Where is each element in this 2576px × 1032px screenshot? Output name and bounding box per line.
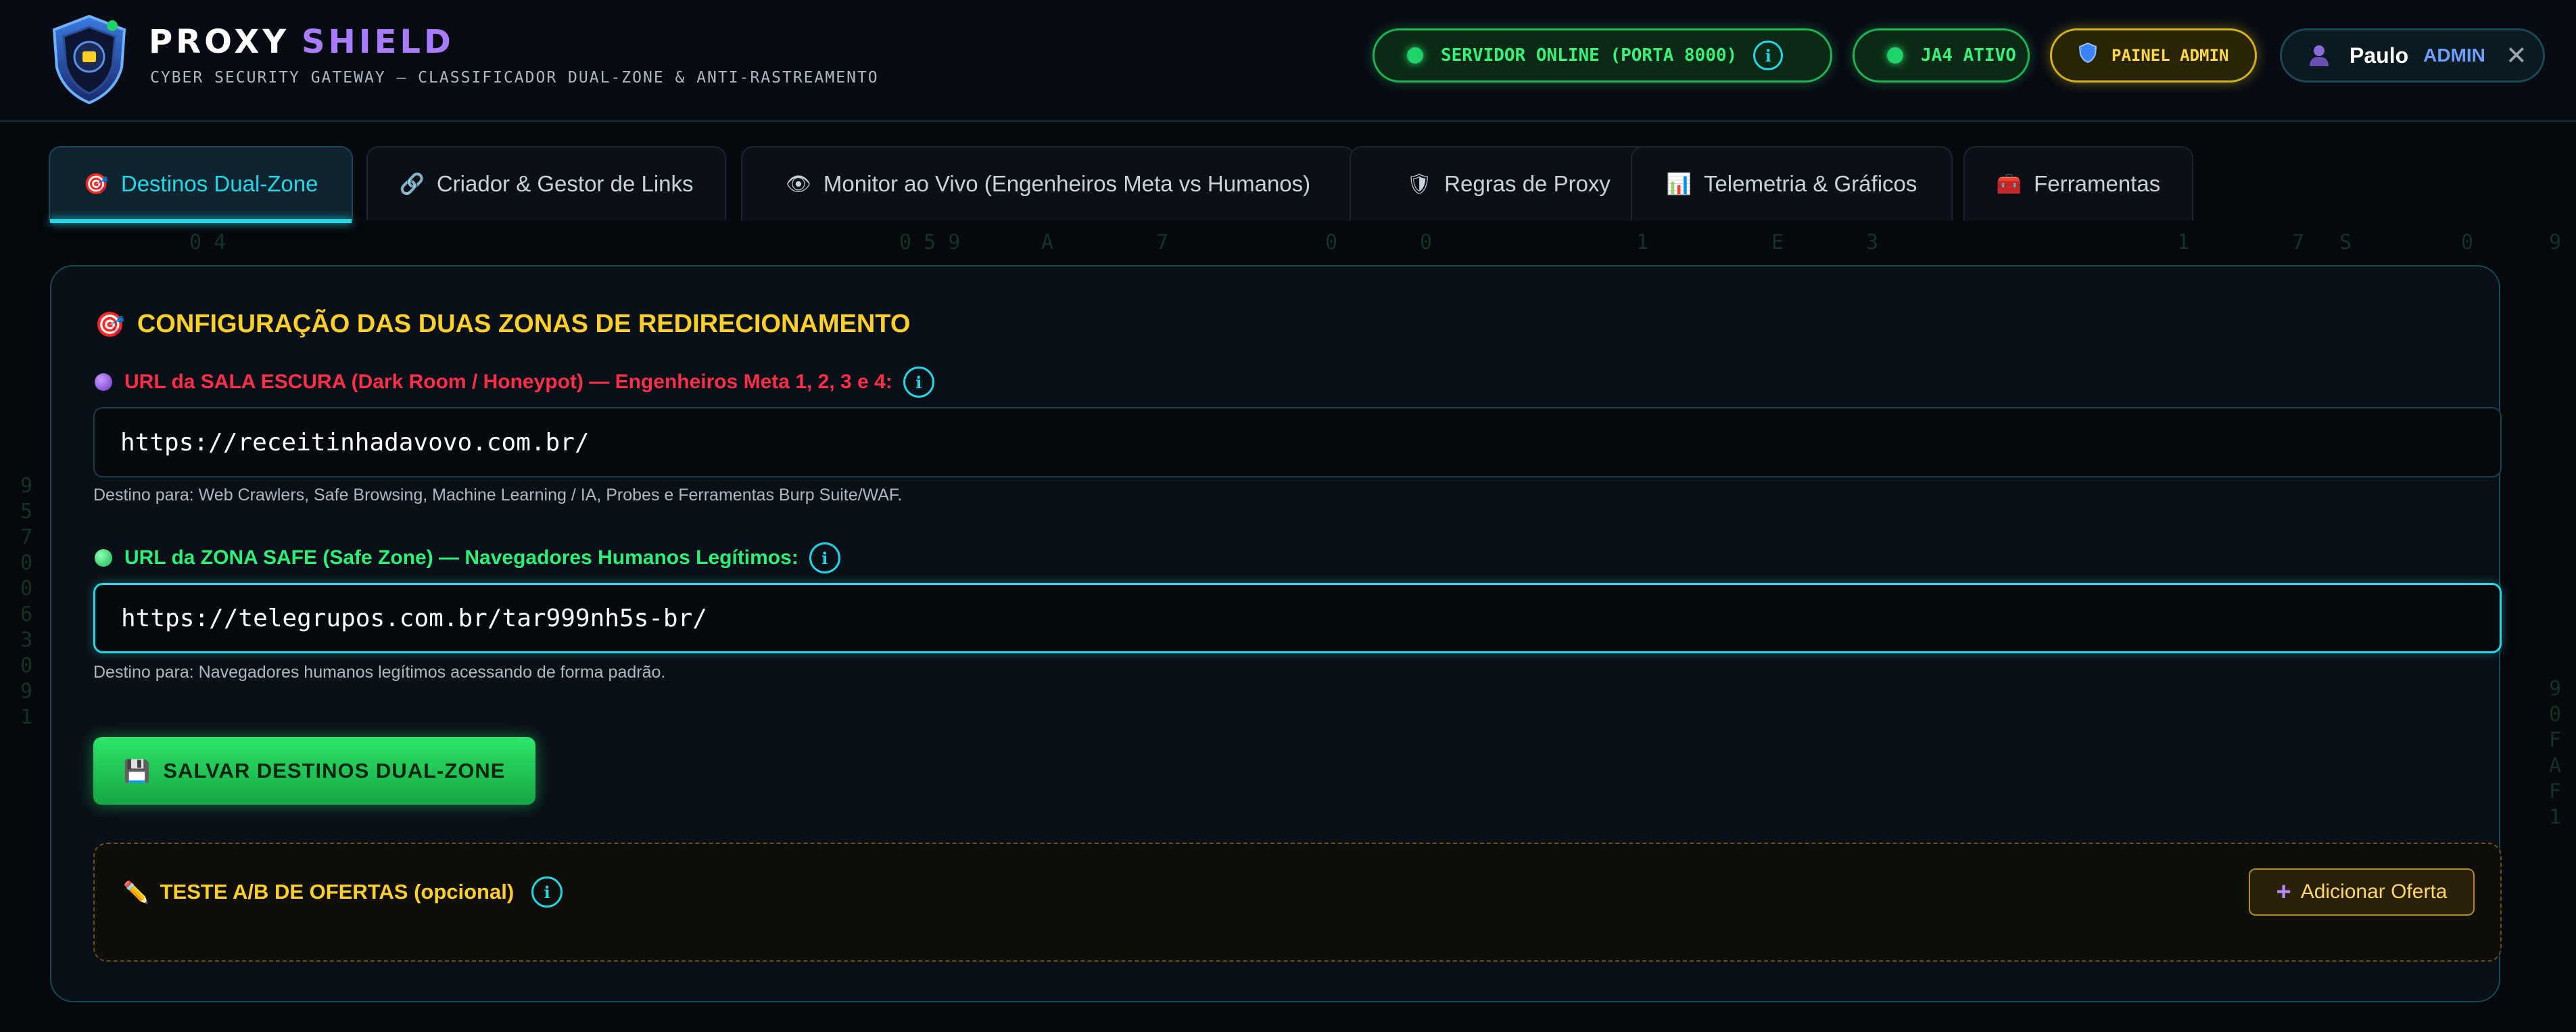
user-role: ADMIN bbox=[2423, 45, 2485, 66]
dark-room-url-value: https://receitinhadavovo.com.br/ bbox=[120, 428, 590, 456]
brand-part-2: SHIELD bbox=[302, 23, 454, 61]
ja4-status-text: JA4 ATIVO bbox=[1921, 45, 2016, 66]
status-dot-icon bbox=[1407, 47, 1423, 64]
section-title-text: CONFIGURAÇÃO DAS DUAS ZONAS DE REDIRECIO… bbox=[137, 310, 911, 338]
server-status-text: SERVIDOR ONLINE (PORTA 8000) bbox=[1441, 45, 1738, 66]
pencil-icon: ✏️ bbox=[123, 880, 149, 904]
close-icon[interactable]: ✕ bbox=[2506, 41, 2527, 71]
purple-dot-icon bbox=[95, 373, 112, 391]
user-badge: Paulo ADMIN ✕ bbox=[2280, 28, 2545, 83]
tab-telemetria[interactable]: 📊 Telemetria & Gráficos bbox=[1631, 146, 1953, 220]
tab-monitor-ao-vivo[interactable]: 👁 Monitor ao Vivo (Engenheiros Meta vs H… bbox=[741, 146, 1355, 220]
tab-label: Monitor ao Vivo (Engenheiros Meta vs Hum… bbox=[823, 171, 1311, 196]
user-name: Paulo bbox=[2350, 43, 2409, 68]
save-destinations-button[interactable]: 💾 SALVAR DESTINOS DUAL-ZONE bbox=[93, 737, 535, 805]
bar-chart-icon: 📊 bbox=[1666, 172, 1692, 195]
tab-label: Destinos Dual-Zone bbox=[120, 171, 318, 196]
dark-room-url-input[interactable]: https://receitinhadavovo.com.br/ bbox=[93, 407, 2502, 477]
dark-room-label: URL da SALA ESCURA (Dark Room / Honeypot… bbox=[95, 367, 934, 398]
eye-icon: 👁 bbox=[785, 172, 811, 195]
shield-icon: 🛡 bbox=[1406, 172, 1433, 195]
ab-test-title: ✏️ TESTE A/B DE OFERTAS (opcional) i bbox=[123, 876, 563, 908]
tagline: CYBER SECURITY GATEWAY — CLASSIFICADOR D… bbox=[150, 69, 879, 87]
status-dot-icon bbox=[1887, 47, 1903, 64]
dark-room-helper-text: Destino para: Web Crawlers, Safe Browsin… bbox=[93, 486, 903, 505]
safe-zone-label: URL da ZONA SAFE (Safe Zone) — Navegador… bbox=[95, 542, 840, 573]
tab-label: Criador & Gestor de Links bbox=[436, 171, 694, 196]
safe-zone-helper-text: Destino para: Navegadores humanos legíti… bbox=[93, 663, 666, 682]
user-icon bbox=[2309, 44, 2329, 67]
target-icon: 🎯 bbox=[83, 172, 109, 195]
dark-room-label-text: URL da SALA ESCURA (Dark Room / Honeypot… bbox=[124, 371, 892, 393]
safe-zone-url-input[interactable]: https://telegrupos.com.br/tar999nh5s-br/ bbox=[93, 583, 2502, 653]
tab-label: Ferramentas bbox=[2034, 171, 2161, 196]
save-button-label: SALVAR DESTINOS DUAL-ZONE bbox=[163, 759, 506, 782]
ab-test-title-text: TESTE A/B DE OFERTAS (opcional) bbox=[160, 880, 515, 904]
admin-panel-button[interactable]: PAINEL ADMIN bbox=[2050, 28, 2257, 83]
add-offer-button[interactable]: + Adicionar Oferta bbox=[2249, 868, 2475, 916]
app-header: PROXY SHIELD CYBER SECURITY GATEWAY — CLA… bbox=[0, 0, 2576, 122]
shield-logo-icon bbox=[47, 12, 131, 107]
section-title: 🎯 CONFIGURAÇÃO DAS DUAS ZONAS DE REDIREC… bbox=[95, 310, 910, 339]
plus-icon: + bbox=[2276, 877, 2291, 906]
toolbox-icon: 🧰 bbox=[1996, 172, 2022, 195]
tab-label: Regras de Proxy bbox=[1444, 171, 1611, 196]
admin-panel-label: PAINEL ADMIN bbox=[2112, 46, 2229, 65]
tab-regras-proxy[interactable]: 🛡 Regras de Proxy bbox=[1350, 146, 1667, 220]
tab-destinos-dual-zone[interactable]: 🎯 Destinos Dual-Zone bbox=[49, 146, 353, 223]
info-icon[interactable]: i bbox=[1753, 41, 1784, 70]
dual-zone-panel: 🎯 CONFIGURAÇÃO DAS DUAS ZONAS DE REDIREC… bbox=[50, 265, 2502, 1002]
shield-icon bbox=[2078, 42, 2097, 68]
ja4-status-badge: JA4 ATIVO bbox=[1853, 28, 2030, 83]
info-icon[interactable]: i bbox=[809, 542, 840, 573]
tab-ferramentas[interactable]: 🧰 Ferramentas bbox=[1963, 146, 2193, 220]
ab-test-section: ✏️ TESTE A/B DE OFERTAS (opcional) i + A… bbox=[93, 843, 2502, 962]
brand-part-1: PROXY bbox=[149, 23, 289, 61]
server-status-badge: SERVIDOR ONLINE (PORTA 8000) i bbox=[1373, 28, 1832, 83]
target-icon: 🎯 bbox=[95, 310, 125, 338]
green-dot-icon bbox=[95, 549, 112, 567]
brand-title: PROXY SHIELD bbox=[149, 23, 454, 61]
safe-zone-url-value: https://telegrupos.com.br/tar999nh5s-br/ bbox=[121, 604, 707, 632]
floppy-disk-icon: 💾 bbox=[123, 759, 151, 783]
tab-label: Telemetria & Gráficos bbox=[1703, 171, 1917, 196]
add-offer-label: Adicionar Oferta bbox=[2300, 881, 2448, 903]
info-icon[interactable]: i bbox=[903, 367, 934, 398]
link-icon: 🔗 bbox=[399, 172, 425, 195]
info-icon[interactable]: i bbox=[531, 876, 563, 908]
safe-zone-label-text: URL da ZONA SAFE (Safe Zone) — Navegador… bbox=[124, 546, 798, 569]
tab-criador-links[interactable]: 🔗 Criador & Gestor de Links bbox=[366, 146, 726, 220]
